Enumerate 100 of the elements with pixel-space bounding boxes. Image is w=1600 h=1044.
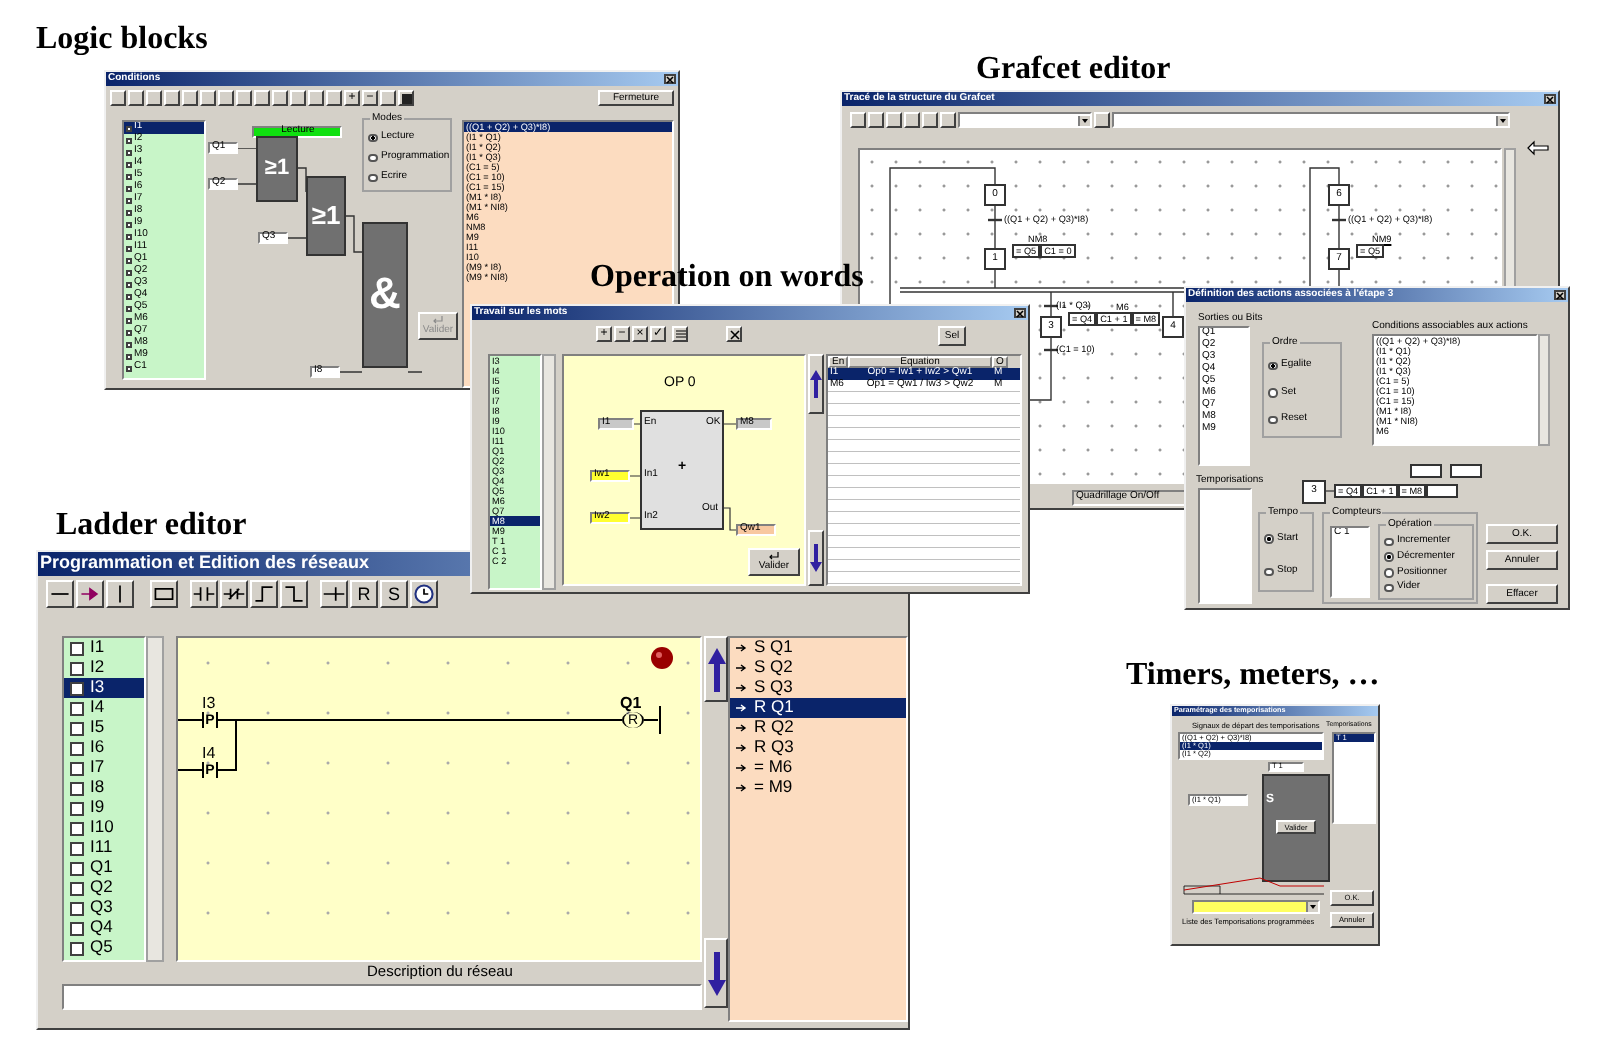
list-item[interactable]: I6 bbox=[64, 738, 144, 758]
checkbox[interactable] bbox=[70, 801, 84, 815]
dropdown[interactable] bbox=[1111, 112, 1510, 128]
checkbox[interactable] bbox=[126, 245, 132, 251]
checkbox[interactable] bbox=[126, 281, 132, 287]
list-item[interactable]: Q1 bbox=[64, 858, 144, 878]
list-item[interactable]: S Q1 bbox=[730, 638, 906, 658]
close-button[interactable] bbox=[1554, 290, 1566, 300]
checkbox[interactable] bbox=[70, 701, 84, 715]
close-button[interactable] bbox=[1544, 94, 1556, 104]
timers-list[interactable] bbox=[1198, 488, 1252, 604]
close-button[interactable] bbox=[664, 74, 676, 84]
move-down-button[interactable] bbox=[704, 938, 728, 1008]
list-item[interactable]: I1 bbox=[64, 638, 144, 658]
radio-button[interactable] bbox=[1384, 537, 1393, 547]
list-item[interactable]: I2 bbox=[64, 658, 144, 678]
checkbox[interactable] bbox=[70, 941, 84, 955]
list-item[interactable]: I11 bbox=[64, 838, 144, 858]
list-item[interactable]: Q2 bbox=[64, 878, 144, 898]
scrollbar[interactable] bbox=[146, 636, 164, 962]
list-item[interactable]: Q5 bbox=[64, 938, 144, 958]
checkbox[interactable] bbox=[126, 221, 132, 227]
checkbox[interactable] bbox=[126, 317, 132, 323]
checkbox[interactable] bbox=[126, 173, 132, 179]
scrollbar[interactable] bbox=[542, 354, 556, 590]
checkbox[interactable] bbox=[70, 861, 84, 875]
move-up-button[interactable] bbox=[808, 354, 824, 414]
checkbox[interactable] bbox=[126, 233, 132, 239]
checkbox[interactable] bbox=[126, 257, 132, 263]
dropdown[interactable] bbox=[1192, 900, 1320, 914]
radio-button[interactable] bbox=[1268, 388, 1277, 398]
checkbox[interactable] bbox=[70, 721, 84, 735]
checkbox[interactable] bbox=[70, 681, 84, 695]
rising-edge-icon bbox=[252, 582, 276, 606]
checkbox[interactable] bbox=[126, 293, 132, 299]
checkbox[interactable] bbox=[126, 209, 132, 215]
list-item[interactable]: S Q3 bbox=[730, 678, 906, 698]
toolbar-button[interactable] bbox=[726, 326, 742, 342]
radio-button[interactable] bbox=[368, 153, 377, 163]
checkbox[interactable] bbox=[126, 329, 132, 335]
action-slot[interactable] bbox=[1450, 464, 1482, 478]
checkbox[interactable] bbox=[126, 341, 132, 347]
connection-line bbox=[1172, 291, 1174, 317]
list-item[interactable]: I3 bbox=[64, 678, 144, 698]
action-slot[interactable] bbox=[1426, 484, 1459, 498]
checkbox[interactable] bbox=[126, 125, 132, 131]
move-down-button[interactable] bbox=[808, 530, 824, 586]
list-item[interactable]: = M9 bbox=[730, 778, 906, 798]
checkbox[interactable] bbox=[126, 305, 132, 311]
checkbox[interactable] bbox=[70, 741, 84, 755]
checkbox[interactable] bbox=[70, 761, 84, 775]
checkbox[interactable] bbox=[126, 161, 132, 167]
checkbox[interactable] bbox=[70, 921, 84, 935]
checkbox[interactable] bbox=[70, 821, 84, 835]
radio-button[interactable] bbox=[368, 173, 377, 183]
radio-button[interactable] bbox=[1384, 552, 1393, 562]
radio-button[interactable] bbox=[1384, 568, 1393, 578]
checkbox[interactable] bbox=[126, 353, 132, 359]
radio-button[interactable] bbox=[1264, 567, 1273, 576]
radio-button[interactable] bbox=[368, 133, 377, 143]
checkbox[interactable] bbox=[70, 841, 84, 855]
list-item[interactable]: I8 bbox=[64, 778, 144, 798]
list-item[interactable]: R Q3 bbox=[730, 738, 906, 758]
radio-button[interactable] bbox=[1268, 415, 1277, 425]
list-item[interactable]: I7 bbox=[64, 758, 144, 778]
list-item[interactable]: Q3 bbox=[64, 898, 144, 918]
checkbox[interactable] bbox=[70, 901, 84, 915]
close-button[interactable] bbox=[1014, 308, 1026, 318]
list-item[interactable]: I10 bbox=[64, 818, 144, 838]
scrollbar[interactable] bbox=[1538, 334, 1550, 446]
list-item[interactable]: I5 bbox=[64, 718, 144, 738]
checkbox[interactable] bbox=[126, 185, 132, 191]
list-item[interactable]: Q4 bbox=[64, 918, 144, 938]
checkbox[interactable] bbox=[70, 661, 84, 675]
description-field[interactable] bbox=[62, 984, 702, 1010]
list-item[interactable]: = M6 bbox=[730, 758, 906, 778]
radio-button[interactable] bbox=[1264, 534, 1273, 543]
checkbox[interactable] bbox=[126, 197, 132, 203]
radio-button[interactable] bbox=[1268, 361, 1277, 371]
checkbox[interactable] bbox=[126, 365, 132, 371]
action-slot[interactable] bbox=[1410, 464, 1442, 478]
dropdown[interactable] bbox=[958, 112, 1092, 128]
checkbox[interactable] bbox=[126, 269, 132, 275]
list-item[interactable]: I9 bbox=[64, 798, 144, 818]
checkbox[interactable] bbox=[70, 881, 84, 895]
list-item[interactable]: S Q2 bbox=[730, 658, 906, 678]
checkbox[interactable] bbox=[126, 137, 132, 143]
checkbox[interactable] bbox=[126, 149, 132, 155]
list-item[interactable]: I4 bbox=[64, 698, 144, 718]
move-up-button[interactable] bbox=[704, 636, 728, 702]
arrow-icon[interactable] bbox=[1526, 140, 1550, 156]
radio-button[interactable] bbox=[1384, 583, 1393, 593]
checkbox[interactable] bbox=[70, 641, 84, 655]
checkbox[interactable] bbox=[70, 781, 84, 795]
logic-gate: & bbox=[362, 222, 408, 368]
list-item[interactable]: R Q1 bbox=[730, 698, 906, 718]
toolbar-button[interactable]: R bbox=[350, 580, 378, 608]
list-item[interactable]: R Q2 bbox=[730, 718, 906, 738]
toolbar-button[interactable]: S bbox=[380, 580, 408, 608]
transition-mark bbox=[1044, 348, 1058, 352]
